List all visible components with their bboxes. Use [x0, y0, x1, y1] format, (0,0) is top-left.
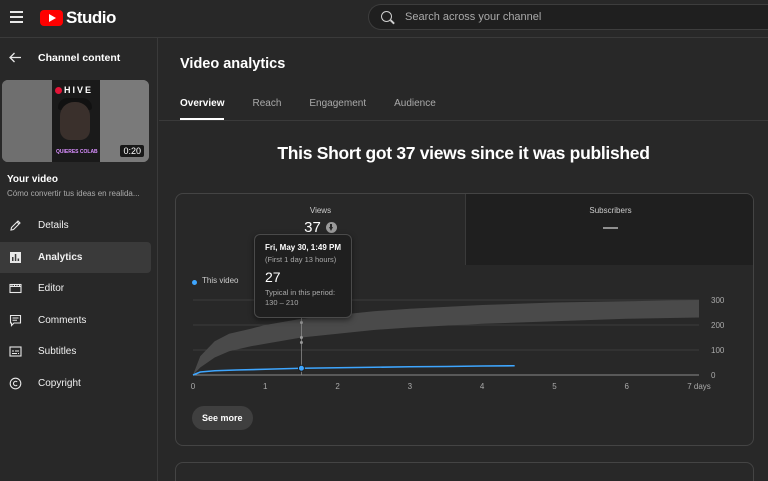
x-tick-label: 4: [480, 382, 485, 391]
x-tick-label: 6: [624, 382, 629, 391]
back-to-channel-content[interactable]: Channel content: [0, 38, 158, 78]
video-duration: 0:20: [120, 145, 144, 157]
analytics-tabs: Overview Reach Engagement Audience: [180, 98, 464, 120]
x-tick-label: 0: [191, 382, 196, 391]
analytics-card: Views 37 Subscribers — This video 0 100 20…: [175, 193, 754, 446]
tooltip-typical-range: 130 – 210: [265, 298, 299, 307]
thumbnail-brand: HIVE: [64, 85, 94, 95]
sidebar-item-label: Comments: [38, 314, 87, 326]
thumbnail-caption: QUIERES COLAB: [56, 149, 98, 155]
sidebar-item-copyright[interactable]: Copyright: [0, 368, 158, 400]
secondary-card: [175, 462, 754, 481]
analytics-icon: [10, 251, 21, 263]
top-bar: Studio: [0, 0, 768, 38]
sidebar-item-editor[interactable]: Editor: [0, 273, 158, 305]
y-tick-label: 300: [711, 296, 725, 305]
sidebar-item-label: Details: [38, 220, 69, 231]
hover-tick: [299, 341, 303, 344]
sidebar: Channel content HIVE QUIERES COLAB 0:20 …: [0, 38, 158, 481]
x-tick-label: 3: [408, 382, 413, 391]
tab-reach[interactable]: Reach: [252, 98, 281, 120]
hover-tick: [299, 336, 303, 339]
menu-icon[interactable]: [10, 11, 23, 23]
video-thumbnail[interactable]: HIVE QUIERES COLAB 0:20: [2, 80, 149, 162]
x-tick-label: 7 days: [687, 382, 711, 391]
tab-audience[interactable]: Audience: [394, 98, 436, 120]
search-icon[interactable]: [381, 11, 392, 22]
video-description: Cómo convertir tus ideas en realida...: [7, 189, 140, 198]
sidebar-item-label: Subtitles: [38, 346, 77, 357]
series-line: [192, 364, 515, 376]
copyright-icon: [9, 377, 22, 389]
tooltip-typical-label: Typical in this period:: [265, 288, 336, 297]
see-more-button[interactable]: See more: [192, 406, 253, 430]
hover-point: [297, 364, 305, 372]
logo-text: Studio: [66, 8, 116, 27]
sidebar-item-label: Analytics: [38, 251, 83, 263]
film-editor-icon: [9, 283, 22, 294]
sidebar-item-analytics[interactable]: Analytics: [0, 241, 151, 273]
sidebar-item-subtitles[interactable]: Subtitles: [0, 336, 158, 368]
main-content: Video analytics Overview Reach Engagemen…: [159, 38, 768, 481]
pencil-icon: [10, 220, 21, 231]
y-tick-label: 0: [711, 371, 716, 380]
y-tick-label: 200: [711, 321, 725, 330]
hover-tick: [299, 321, 303, 324]
sidebar-nav: Details Analytics Editor Comments Subtit…: [0, 210, 158, 399]
thumbnail-person: [60, 102, 90, 140]
search-input[interactable]: [405, 9, 755, 25]
views-chart[interactable]: 0 100 200 300 0 1 2 3 4 5 6 7 days: [176, 194, 754, 446]
your-video-label: Your video: [7, 174, 58, 185]
tab-overview[interactable]: Overview: [180, 98, 225, 120]
arrow-left-icon: [9, 52, 21, 63]
sidebar-item-details[interactable]: Details: [0, 210, 158, 242]
tooltip-date: Fri, May 30, 1:49 PM: [265, 243, 342, 252]
views-headline: This Short got 37 views since it was pub…: [277, 143, 650, 163]
tooltip-value: 27: [265, 269, 281, 285]
search-bar[interactable]: [368, 4, 768, 30]
back-title: Channel content: [38, 52, 121, 64]
y-tick-label: 100: [711, 346, 725, 355]
comments-icon: [9, 314, 22, 327]
tooltip-period: (First 1 day 13 hours): [265, 255, 337, 264]
sidebar-item-comments[interactable]: Comments: [0, 305, 158, 337]
x-tick-label: 1: [263, 382, 268, 391]
studio-logo[interactable]: Studio: [40, 8, 116, 28]
page-title: Video analytics: [180, 56, 286, 72]
x-tick-label: 2: [335, 382, 340, 391]
subtitles-icon: [9, 346, 22, 357]
tabs-divider: [159, 120, 768, 121]
chart-tooltip: Fri, May 30, 1:49 PM (First 1 day 13 hou…: [254, 234, 352, 318]
hive-logo-icon: [55, 87, 62, 94]
sidebar-item-label: Editor: [38, 283, 65, 294]
x-tick-label: 5: [552, 382, 557, 391]
youtube-play-icon: [40, 10, 63, 26]
sidebar-item-label: Copyright: [38, 377, 81, 389]
tab-engagement[interactable]: Engagement: [309, 98, 366, 120]
